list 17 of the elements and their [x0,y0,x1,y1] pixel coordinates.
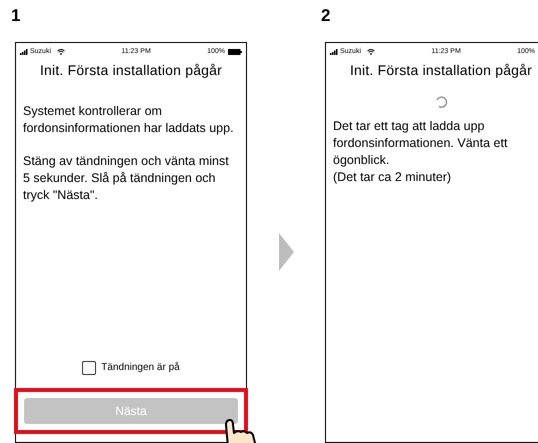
battery-icon [228,49,242,56]
body-text: Stäng av tändningen och vänta minst 5 sekunder. Slå på tändningen och tryck "Nästa". [23,153,230,204]
checkbox-label: Tändningen är på [101,361,180,375]
signal-icon [330,49,338,56]
signal-icon [20,49,28,56]
checkbox[interactable] [82,360,96,374]
body-text: (Det tar ca 2 minuter) [333,169,452,186]
loading-spinner-icon [434,95,448,108]
step-number: 1 [11,7,22,27]
body-text: Systemet kontrollerar om fordonsinformationen har laddats upp. [23,103,234,138]
wifi-icon [57,49,66,56]
step-number: 2 [321,7,332,27]
arrow-right-icon [278,233,294,271]
screen-title: Init. Första installation pågår [38,61,224,80]
screen-title: Init. Första installation pågår [348,61,534,80]
body-text: Det tar ett tag att ladda upp fordonsinformationen. Vänta ett ögonblick. [333,118,508,170]
wifi-icon [367,49,376,56]
